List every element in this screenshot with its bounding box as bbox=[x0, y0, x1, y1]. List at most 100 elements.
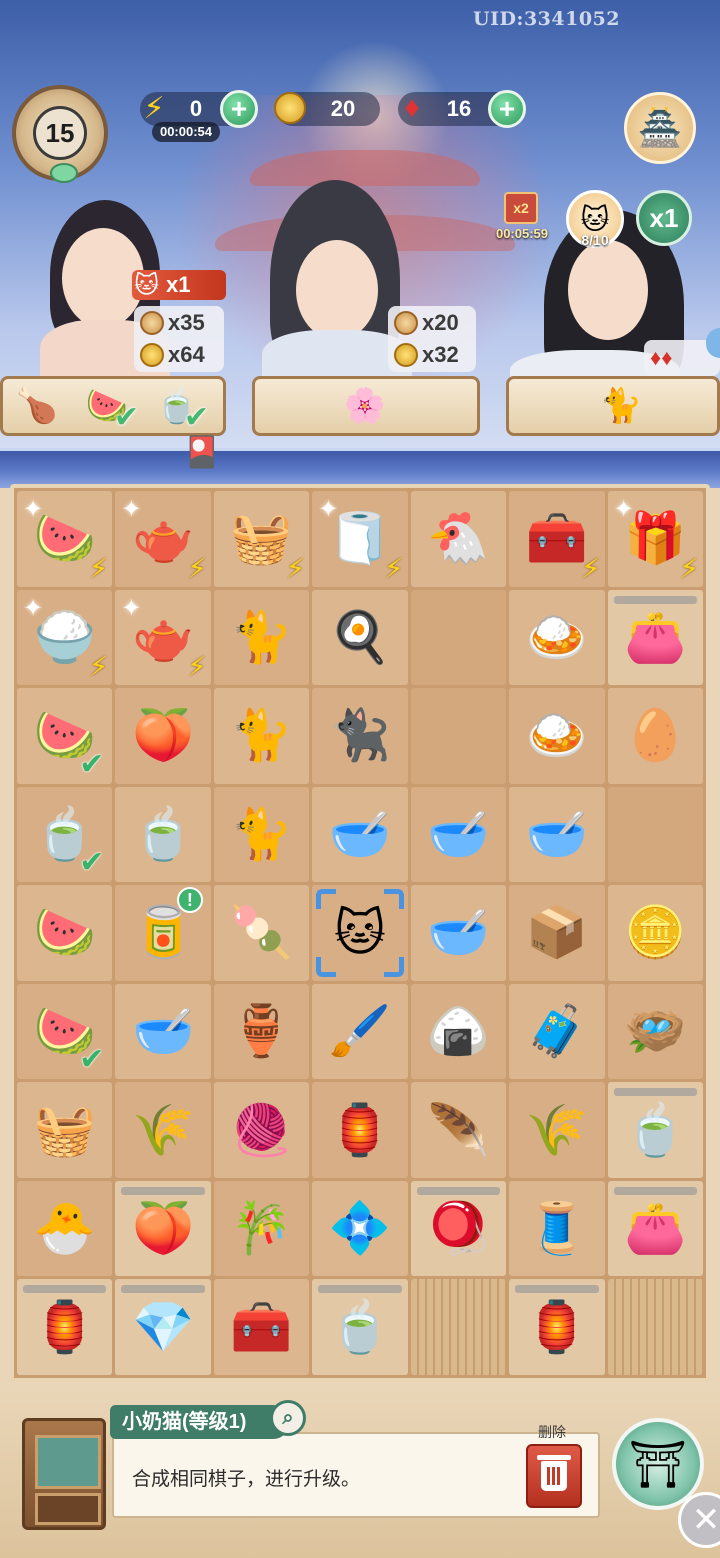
board-item[interactable]: 🪙 bbox=[607, 885, 703, 981]
item-icon: 🍛 bbox=[525, 707, 588, 764]
storage-cabinet-button[interactable] bbox=[22, 1418, 106, 1530]
ruby-icon: ♦ bbox=[404, 91, 420, 124]
board-item[interactable]: 🎁 ✦ ⚡ bbox=[607, 491, 703, 587]
add-gems-button[interactable]: + bbox=[488, 90, 526, 128]
user-id: UID:3341052 bbox=[473, 8, 620, 30]
board-item[interactable]: 🍉 ✔ bbox=[17, 983, 113, 1080]
board-item[interactable]: 🧺 ⚡ bbox=[213, 491, 310, 587]
board-item[interactable]: 🐱 bbox=[312, 885, 408, 981]
board-item[interactable]: 🍳 bbox=[312, 589, 408, 686]
item-icon: 🪙 bbox=[624, 904, 687, 961]
customer-girl-order-tray[interactable]: 🍗 🍉 ✔ 🍵 ✔ bbox=[0, 376, 226, 436]
customer-scholar-order-tray[interactable]: 🌸 bbox=[252, 376, 480, 436]
double-reward-boost[interactable]: x2 00:05:59 bbox=[490, 192, 554, 246]
board-item[interactable]: 💎 bbox=[115, 1279, 211, 1375]
board-item[interactable]: 🏺 bbox=[213, 983, 310, 1080]
board-item[interactable]: 👛 bbox=[607, 589, 703, 686]
add-energy-button[interactable]: + bbox=[220, 90, 258, 128]
board-item[interactable]: 🐔 bbox=[410, 491, 507, 587]
energy-value: 0 bbox=[189, 96, 203, 121]
board-item[interactable]: 🎋 bbox=[213, 1180, 310, 1277]
cards-icon[interactable]: 🎴 bbox=[180, 430, 224, 474]
board-cell-empty[interactable] bbox=[410, 589, 507, 686]
check-icon: ✔ bbox=[113, 401, 139, 434]
board-item[interactable]: 🍉 ✦ ⚡ bbox=[17, 491, 113, 587]
board-item[interactable]: 🍛 bbox=[509, 688, 605, 784]
board-item[interactable]: 🍚 ✦ ⚡ bbox=[17, 589, 113, 686]
board-item[interactable]: 🧵 bbox=[509, 1180, 605, 1277]
board-item[interactable]: 🍵 bbox=[607, 1082, 703, 1178]
board-item[interactable]: 🍑 bbox=[115, 688, 211, 784]
board-cell-empty[interactable] bbox=[607, 786, 703, 883]
board-item[interactable]: 🐈 bbox=[213, 589, 310, 686]
board-item[interactable]: 🍡 bbox=[213, 885, 310, 981]
board-item[interactable]: 🍉 ✔ bbox=[17, 688, 113, 784]
board-item[interactable]: 🥣 bbox=[115, 983, 211, 1080]
mooncake-icon bbox=[394, 311, 418, 335]
board-item[interactable]: 🥣 bbox=[410, 885, 507, 981]
board-item[interactable]: 🍵 bbox=[312, 1279, 408, 1375]
order-fruit-plate: 🍉 ✔ bbox=[85, 387, 139, 434]
board-item[interactable]: 🧰 ⚡ bbox=[509, 491, 605, 587]
order-flower-cake: 🌸 bbox=[343, 387, 387, 425]
delete-button[interactable] bbox=[526, 1444, 582, 1508]
board-item[interactable]: 🥚 bbox=[607, 688, 703, 784]
board-item[interactable]: 🥣 bbox=[312, 786, 408, 883]
merge-board: 🍉 ✦ ⚡ 🫖 ✦ ⚡ 🧺 ⚡ 🧻 ✦ ⚡ 🐔 🧰 ⚡ 🎁 ✦ ⚡ 🍚 ✦ ⚡ 🫖 ✦ ⚡ 🐈 🍳 🍛 👛 🍉 ✔ 🍑 🐈 🐈‍⬛ 🍛 🥚 🍵 ✔ 🍵 🐈… bbox=[10, 484, 710, 1382]
gem-counter: ♦ 16 + bbox=[398, 90, 526, 128]
item-icon: 🐱 bbox=[333, 904, 387, 961]
board-item[interactable]: 🍵 bbox=[115, 786, 211, 883]
customer-swordsman-order-tray[interactable]: 🐈 bbox=[506, 376, 720, 436]
board-item[interactable]: 🌾 bbox=[509, 1082, 605, 1178]
board-item[interactable]: 🫖 ✦ ⚡ bbox=[115, 589, 211, 686]
board-item[interactable]: 🪀 bbox=[410, 1180, 507, 1277]
multiplier-button[interactable]: x1 bbox=[636, 190, 692, 246]
board-item[interactable]: 🧻 ✦ ⚡ bbox=[312, 491, 408, 587]
item-detail-button[interactable]: ⌕ bbox=[270, 1400, 306, 1436]
board-item[interactable]: 🍑 bbox=[115, 1180, 211, 1277]
board-item[interactable]: 🐈‍⬛ bbox=[312, 688, 408, 784]
energy-timer: 00:00:54 bbox=[152, 122, 220, 142]
board-item[interactable]: 🌾 bbox=[115, 1082, 211, 1178]
board-item[interactable]: 🧰 bbox=[213, 1279, 310, 1375]
board-item[interactable]: 🐈 bbox=[213, 786, 310, 883]
board-item[interactable]: 🐣 bbox=[17, 1180, 113, 1277]
board-item[interactable]: 📦 bbox=[509, 885, 605, 981]
board-item[interactable]: 🏮 bbox=[509, 1279, 605, 1375]
lightning-icon: ⚡ bbox=[187, 651, 207, 683]
board-item[interactable]: 🧳 bbox=[509, 983, 605, 1080]
board-item[interactable]: 🧶 bbox=[213, 1082, 310, 1178]
board-item[interactable]: 🍙 bbox=[410, 983, 507, 1080]
board-item[interactable]: 💠 bbox=[312, 1180, 408, 1277]
board-item[interactable]: 🍵 ✔ bbox=[17, 786, 113, 883]
coin-icon bbox=[394, 343, 418, 367]
board-item[interactable]: 🍛 bbox=[509, 589, 605, 686]
item-icon: 🪺 bbox=[624, 1003, 687, 1060]
pavilion-icon: ⛩ bbox=[628, 1437, 688, 1490]
board-item[interactable]: 🖌️ bbox=[312, 983, 408, 1080]
item-icon: 🖌️ bbox=[328, 1003, 392, 1060]
item-icon: 🧵 bbox=[525, 1200, 588, 1257]
item-icon: 🥣 bbox=[525, 805, 588, 862]
board-item[interactable]: 🥫! bbox=[115, 885, 211, 981]
treasure-pot-icon: 🏯 bbox=[637, 107, 683, 148]
board-item[interactable]: 🥣 bbox=[509, 786, 605, 883]
board-item[interactable]: 🫖 ✦ ⚡ bbox=[115, 491, 211, 587]
board-item[interactable]: 🏮 bbox=[17, 1279, 113, 1375]
board-item[interactable]: 👛 bbox=[607, 1180, 703, 1277]
player-level-badge[interactable]: 15 bbox=[12, 85, 108, 183]
board-item[interactable]: 🏮 bbox=[312, 1082, 408, 1178]
board-item[interactable]: 🪺 bbox=[607, 983, 703, 1080]
shop-button[interactable]: 🏯 bbox=[624, 92, 696, 164]
board-cell-empty[interactable] bbox=[607, 1279, 703, 1375]
board-item[interactable]: 🥣 bbox=[410, 786, 507, 883]
board-item[interactable]: 🪶 bbox=[410, 1082, 507, 1178]
board-cell-empty[interactable] bbox=[410, 1279, 507, 1375]
board-item[interactable]: 🧺 bbox=[17, 1082, 113, 1178]
board-item[interactable]: 🐈 bbox=[213, 688, 310, 784]
board-cell-empty[interactable] bbox=[410, 688, 507, 784]
item-icon: 📦 bbox=[525, 904, 588, 961]
board-item[interactable]: 🍉 bbox=[17, 885, 113, 981]
sparkle-icon: ✦ bbox=[23, 594, 44, 622]
item-name: 小奶猫(等级1) bbox=[110, 1405, 291, 1439]
